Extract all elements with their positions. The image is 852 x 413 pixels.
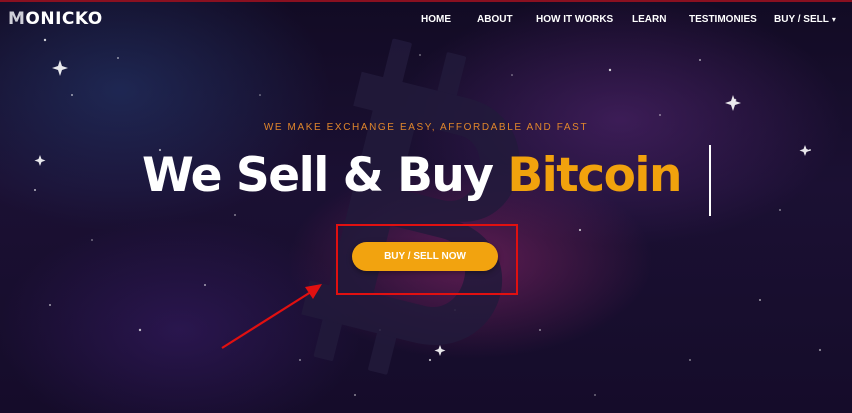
- brand-logo[interactable]: MONICKO: [8, 9, 103, 29]
- headline-accent-text: Bitcoin: [507, 148, 682, 203]
- headline-main-text: We Sell & Buy: [142, 148, 508, 203]
- caret-down-icon: ▾: [831, 15, 836, 24]
- starfield-background: [34, 38, 822, 396]
- typing-cursor: [709, 145, 711, 216]
- hero-section: MONICKO HOME ABOUT HOW IT WORKS LEARN TE…: [0, 0, 852, 413]
- nav-link-learn[interactable]: LEARN: [632, 14, 666, 25]
- hero-tagline: WE MAKE EXCHANGE EASY, AFFORDABLE AND FA…: [263, 122, 589, 133]
- nav-dropdown-buy-sell[interactable]: BUY / SELL ▾: [774, 14, 836, 25]
- dropdown-label: BUY / SELL: [774, 14, 829, 25]
- buy-sell-now-button[interactable]: BUY / SELL NOW: [352, 242, 498, 271]
- top-navbar: MONICKO HOME ABOUT HOW IT WORKS LEARN TE…: [0, 0, 852, 40]
- nav-link-testimonies[interactable]: TESTIMONIES: [689, 14, 757, 25]
- nav-link-home[interactable]: HOME: [421, 14, 451, 25]
- logo-text: ONICKO: [25, 9, 103, 29]
- nav-link-about[interactable]: ABOUT: [477, 14, 513, 25]
- logo-letter: M: [8, 9, 26, 29]
- nav-link-how-it-works[interactable]: HOW IT WORKS: [536, 14, 613, 25]
- hero-headline: We Sell & Buy Bitcoin: [142, 148, 722, 203]
